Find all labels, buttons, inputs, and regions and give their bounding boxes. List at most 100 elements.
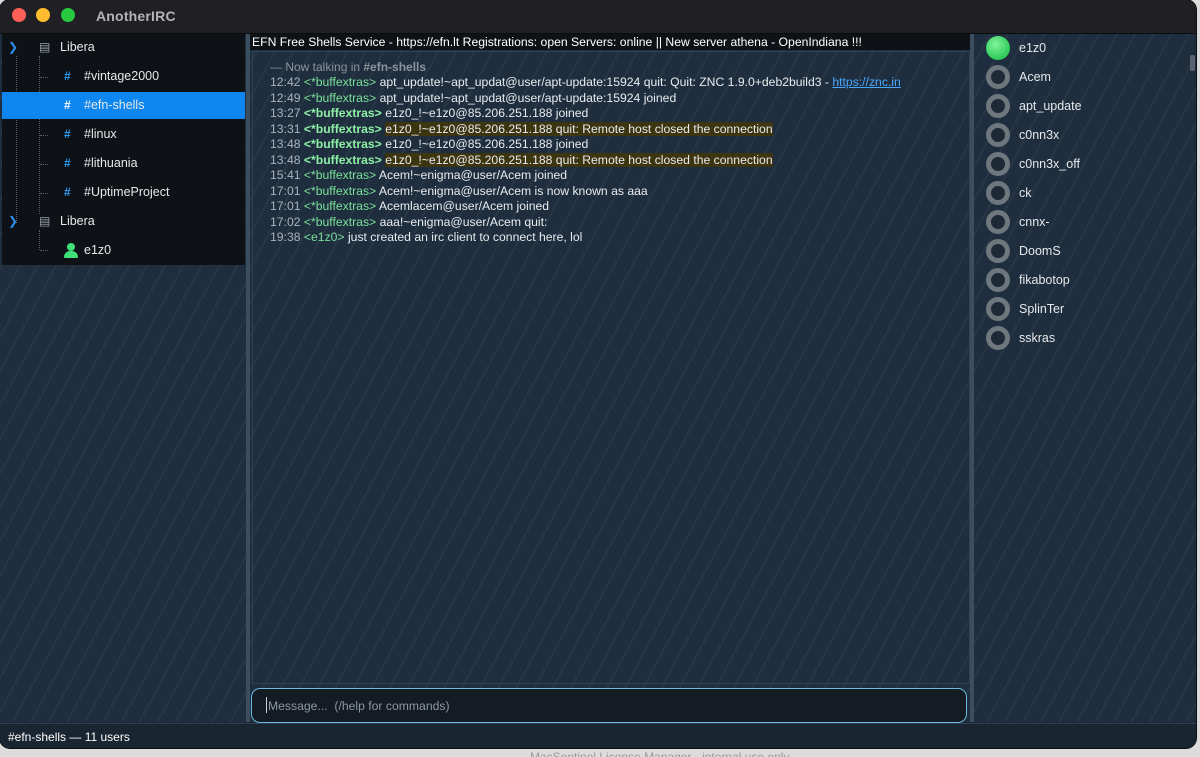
- channel-topic: EFN Free Shells Service - https://efn.lt…: [250, 34, 970, 50]
- message-time: 15:41: [270, 168, 301, 182]
- channel-label: #efn-shells: [84, 98, 145, 112]
- chat-message: 17:02 <*buffextras> aaa!~enigma@user/Ace…: [270, 215, 547, 229]
- message-nick[interactable]: <e1z0>: [304, 230, 345, 244]
- channel-item-linux[interactable]: # #linux: [2, 121, 245, 148]
- zoom-window-button[interactable]: [61, 8, 75, 22]
- status-away-icon: [986, 210, 1010, 234]
- channel-label: #UptimeProject: [84, 185, 170, 199]
- chevron-down-icon[interactable]: ❯: [8, 214, 18, 228]
- message-input-box[interactable]: [251, 688, 967, 723]
- chat-log[interactable]: — Now talking in #efn-shells 12:42 <*buf…: [252, 51, 970, 684]
- close-window-button[interactable]: [12, 8, 26, 22]
- scrollbar[interactable]: [1190, 55, 1195, 71]
- status-away-icon: [986, 239, 1010, 263]
- user-item[interactable]: DoomS: [986, 238, 1186, 264]
- message-text: Acem!~enigma@user/Acem is now known as a…: [378, 183, 648, 198]
- channel-item-uptimeproject[interactable]: # #UptimeProject: [2, 179, 245, 206]
- user-item[interactable]: e1z0: [986, 35, 1186, 61]
- channel-item-vintage2000[interactable]: # #vintage2000: [2, 63, 245, 90]
- user-item[interactable]: fikabotop: [986, 267, 1186, 293]
- chat-message: 13:31 <*buffextras> e1z0_!~e1z0@85.206.2…: [270, 121, 773, 136]
- user-item[interactable]: cnnx-: [986, 209, 1186, 235]
- status-online-icon: [986, 36, 1010, 60]
- chat-message: 13:27 <*buffextras> e1z0_!~e1z0@85.206.2…: [270, 106, 588, 120]
- user-name: ck: [1019, 186, 1032, 200]
- message-time: 13:48: [270, 152, 301, 167]
- message-nick[interactable]: <*buffextras>: [304, 199, 376, 213]
- channel-label: #lithuania: [84, 156, 138, 170]
- channel-hash-icon: #: [64, 156, 71, 170]
- status-away-icon: [986, 65, 1010, 89]
- message-text: Acemlacem@user/Acem joined: [378, 199, 550, 213]
- message-nick[interactable]: <*buffextras>: [304, 75, 376, 89]
- chevron-down-icon[interactable]: ❯: [8, 40, 18, 54]
- message-time: 13:31: [270, 121, 301, 136]
- message-nick[interactable]: <*buffextras>: [304, 137, 382, 151]
- message-nick[interactable]: <*buffextras>: [304, 215, 376, 229]
- user-name: c0nn3x: [1019, 128, 1060, 142]
- status-away-icon: [986, 94, 1010, 118]
- status-away-icon: [986, 297, 1010, 321]
- user-name: cnnx-: [1019, 215, 1050, 229]
- user-item[interactable]: apt_update: [986, 93, 1186, 119]
- message-link[interactable]: https://znc.in: [832, 75, 900, 89]
- message-text: Acem!~enigma@user/Acem joined: [378, 168, 568, 182]
- message-text: e1z0_!~e1z0@85.206.251.188 quit: Remote …: [385, 121, 773, 136]
- message-text: aaa!~enigma@user/Acem quit:: [379, 214, 548, 229]
- now-talking-line: — Now talking in #efn-shells: [270, 60, 427, 74]
- chat-message: 12:49 <*buffextras> apt_update!~apt_upda…: [270, 91, 676, 105]
- user-name: fikabotop: [1019, 273, 1070, 287]
- user-item[interactable]: Acem: [986, 64, 1186, 90]
- app-window: AnotherIRC ❯ ▤ Libera # #vintage2000 # #…: [0, 0, 1196, 748]
- channel-tree: ❯ ▤ Libera # #vintage2000 # #efn-shells …: [2, 34, 245, 265]
- channel-item-lithuania[interactable]: # #lithuania: [2, 150, 245, 177]
- user-item[interactable]: c0nn3x: [986, 122, 1186, 148]
- chat-message: 13:48 <*buffextras> e1z0_!~e1z0@85.206.2…: [270, 152, 773, 167]
- message-time: 17:02: [270, 214, 301, 229]
- status-away-icon: [986, 152, 1010, 176]
- chat-message: 15:41 <*buffextras> Acem!~enigma@user/Ac…: [270, 168, 567, 182]
- server-icon: ▤: [39, 40, 51, 54]
- minimize-window-button[interactable]: [36, 8, 50, 22]
- user-item[interactable]: SplinTer: [986, 296, 1186, 322]
- status-away-icon: [986, 326, 1010, 350]
- user-item[interactable]: ck: [986, 180, 1186, 206]
- message-time: 17:01: [270, 183, 301, 198]
- background-window-title: MacSentinel License Manager - internal u…: [530, 750, 790, 757]
- message-text: apt_update!~apt_updat@user/apt-update:15…: [379, 75, 833, 89]
- server-libera-2[interactable]: ❯ ▤ Libera: [2, 208, 245, 235]
- user-name: SplinTer: [1019, 302, 1065, 316]
- message-nick[interactable]: <*buffextras>: [304, 91, 376, 105]
- status-bar: #efn-shells — 11 users: [0, 723, 1196, 748]
- channel-hash-icon: #: [64, 98, 71, 112]
- message-nick[interactable]: <*buffextras>: [304, 106, 382, 120]
- user-name: sskras: [1019, 331, 1056, 345]
- message-input[interactable]: [266, 695, 950, 717]
- message-time: 12:49: [270, 90, 301, 105]
- message-nick[interactable]: <*buffextras>: [304, 168, 376, 182]
- status-away-icon: [986, 268, 1010, 292]
- channel-hash-icon: #: [64, 185, 71, 199]
- message-text: e1z0_!~e1z0@85.206.251.188 joined: [385, 137, 589, 151]
- message-nick[interactable]: <*buffextras>: [304, 184, 376, 198]
- query-item-e1z0[interactable]: e1z0: [2, 237, 245, 264]
- chat-message: 12:42 <*buffextras> apt_update!~apt_upda…: [270, 75, 901, 89]
- message-time: 13:48: [270, 137, 301, 151]
- channel-item-efn-shells[interactable]: # #efn-shells: [2, 92, 245, 119]
- message-nick[interactable]: <*buffextras>: [304, 122, 382, 136]
- message-text: just created an irc client to connect he…: [347, 230, 583, 244]
- user-item[interactable]: c0nn3x_off: [986, 151, 1186, 177]
- user-name: Acem: [1019, 70, 1051, 84]
- chat-message: 17:01 <*buffextras> Acem!~enigma@user/Ac…: [270, 184, 648, 198]
- message-text: e1z0_!~e1z0@85.206.251.188 quit: Remote …: [385, 152, 773, 167]
- message-text: apt_update!~apt_updat@user/apt-update:15…: [379, 90, 677, 105]
- message-nick[interactable]: <*buffextras>: [304, 153, 382, 167]
- status-text: #efn-shells — 11 users: [8, 730, 130, 744]
- user-name: DoomS: [1019, 244, 1061, 258]
- channel-tree-pane: ❯ ▤ Libera # #vintage2000 # #efn-shells …: [0, 34, 246, 722]
- query-label: e1z0: [84, 243, 112, 257]
- server-libera[interactable]: ❯ ▤ Libera: [2, 34, 245, 61]
- message-time: 19:38: [270, 230, 301, 244]
- user-list: e1z0 Acem apt_update c0nn3x c0nn3x_offck cnnx…: [974, 34, 1196, 722]
- user-item[interactable]: sskras: [986, 325, 1186, 351]
